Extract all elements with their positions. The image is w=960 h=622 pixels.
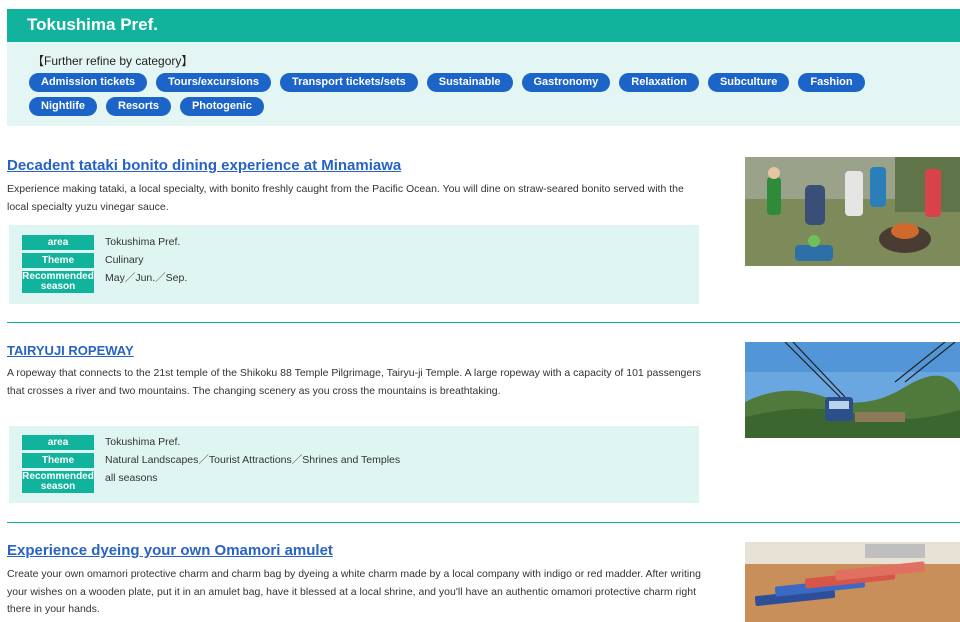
- item-photo[interactable]: [745, 542, 960, 622]
- item-description: A ropeway that connects to the 21st temp…: [7, 367, 701, 397]
- item-photo[interactable]: [745, 342, 960, 438]
- item-description: Experience making tataki, a local specia…: [7, 183, 684, 213]
- category-chip-relaxation[interactable]: Relaxation: [619, 73, 699, 92]
- item-info-box: area Tokushima Pref. Theme Culinary Reco…: [9, 225, 699, 304]
- category-chip-nightlife[interactable]: Nightlife: [29, 97, 97, 116]
- area-label: area: [22, 435, 94, 450]
- category-chip-row: Nightlife Resorts Photogenic: [29, 97, 264, 116]
- item-divider: [7, 522, 960, 523]
- category-chip-photogenic[interactable]: Photogenic: [179, 97, 264, 116]
- refine-title: 【Further refine by category】: [32, 54, 194, 68]
- theme-value: Natural Landscapes／Tourist Attractions／S…: [105, 454, 401, 466]
- item-info-box: area Tokushima Pref. Theme Natural Lands…: [9, 426, 699, 503]
- area-value: Tokushima Pref.: [105, 436, 181, 448]
- season-value: all seasons: [105, 472, 158, 484]
- area-label: area: [22, 235, 94, 250]
- category-chip-subculture[interactable]: Subculture: [707, 73, 790, 92]
- item-title-link[interactable]: Decadent tataki bonito dining experience…: [7, 157, 401, 174]
- category-chip-tours-excursions[interactable]: Tours/excursions: [156, 73, 272, 92]
- season-label: Recommended season: [22, 471, 94, 493]
- category-chip-transport-tickets[interactable]: Transport tickets/sets: [280, 73, 418, 92]
- category-chip-resorts[interactable]: Resorts: [106, 97, 171, 116]
- season-value: May／Jun.／Sep.: [105, 272, 188, 284]
- item-divider: [7, 322, 960, 323]
- area-value: Tokushima Pref.: [105, 236, 181, 248]
- theme-label: Theme: [22, 453, 94, 468]
- category-chip-admission-tickets[interactable]: Admission tickets: [29, 73, 148, 92]
- item-photo[interactable]: [745, 157, 960, 266]
- theme-value: Culinary: [105, 254, 144, 266]
- category-chip-fashion[interactable]: Fashion: [798, 73, 865, 92]
- category-chip-sustainable[interactable]: Sustainable: [426, 73, 513, 92]
- prefecture-header: Tokushima Pref.: [7, 9, 960, 42]
- season-label: Recommended season: [22, 271, 94, 293]
- category-chip-gastronomy[interactable]: Gastronomy: [521, 73, 611, 92]
- theme-label: Theme: [22, 253, 94, 268]
- category-refine-panel: 【Further refine by category】 Admission t…: [7, 42, 960, 126]
- item-description: Create your own omamori protective charm…: [7, 568, 701, 615]
- item-title-link[interactable]: TAIRYUJI ROPEWAY: [7, 343, 134, 358]
- item-title-link[interactable]: Experience dyeing your own Omamori amule…: [7, 542, 333, 559]
- category-chip-row: Admission tickets Tours/excursions Trans…: [29, 73, 865, 92]
